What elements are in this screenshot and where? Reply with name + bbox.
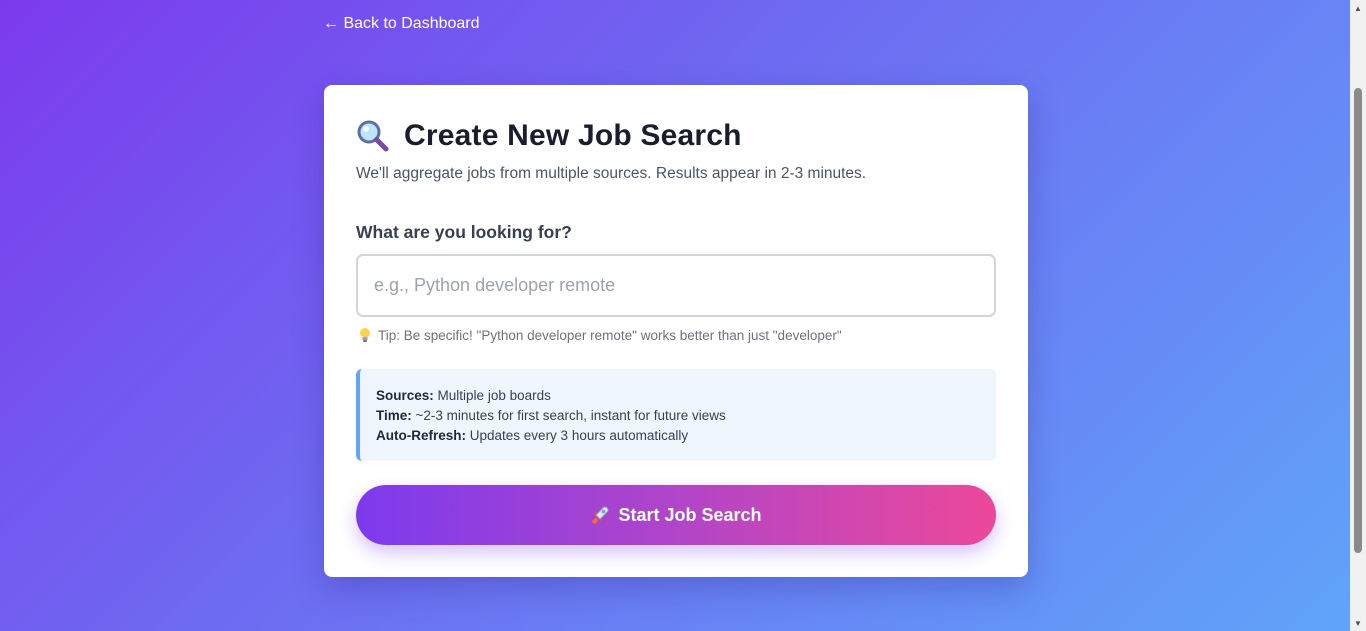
lightbulb-icon	[360, 328, 370, 342]
info-refresh-row: Auto-Refresh: Updates every 3 hours auto…	[376, 426, 980, 446]
rocket-icon	[592, 506, 609, 524]
title-row: Create New Job Search	[356, 119, 742, 153]
vertical-scrollbar[interactable]: ▲ ▼	[1350, 0, 1366, 631]
start-job-search-button[interactable]: Start Job Search	[356, 485, 996, 545]
info-sources-row: Sources: Multiple job boards	[376, 386, 980, 406]
start-button-label: Start Job Search	[618, 504, 762, 525]
scroll-up-arrow[interactable]: ▲	[1350, 0, 1366, 16]
page-title: Create New Job Search	[404, 119, 742, 152]
info-refresh-label: Auto-Refresh:	[376, 428, 466, 443]
magnifier-icon	[357, 120, 389, 152]
job-search-input[interactable]	[356, 254, 996, 317]
info-sources-value: Multiple job boards	[437, 388, 551, 403]
search-tip: Tip: Be specific! "Python developer remo…	[358, 327, 842, 343]
info-time-value: ~2-3 minutes for first search, instant f…	[415, 408, 726, 423]
info-refresh-value: Updates every 3 hours automatically	[469, 428, 689, 443]
page-subtitle: We'll aggregate jobs from multiple sourc…	[356, 165, 867, 182]
job-search-card: Create New Job Search We'll aggregate jo…	[324, 85, 1028, 577]
search-info-box: Sources: Multiple job boards Time: ~2-3 …	[356, 369, 996, 461]
info-time-label: Time:	[376, 408, 412, 423]
info-sources-label: Sources:	[376, 388, 434, 403]
page: ← Back to Dashboard Create New Job Searc…	[0, 0, 1350, 631]
info-time-row: Time: ~2-3 minutes for first search, ins…	[376, 406, 980, 426]
back-to-dashboard-link[interactable]: ← Back to Dashboard	[323, 15, 480, 33]
scroll-down-arrow[interactable]: ▼	[1350, 615, 1366, 631]
tip-text: Tip: Be specific! "Python developer remo…	[378, 327, 842, 343]
search-field-label: What are you looking for?	[356, 222, 572, 242]
scroll-thumb[interactable]	[1354, 88, 1362, 553]
